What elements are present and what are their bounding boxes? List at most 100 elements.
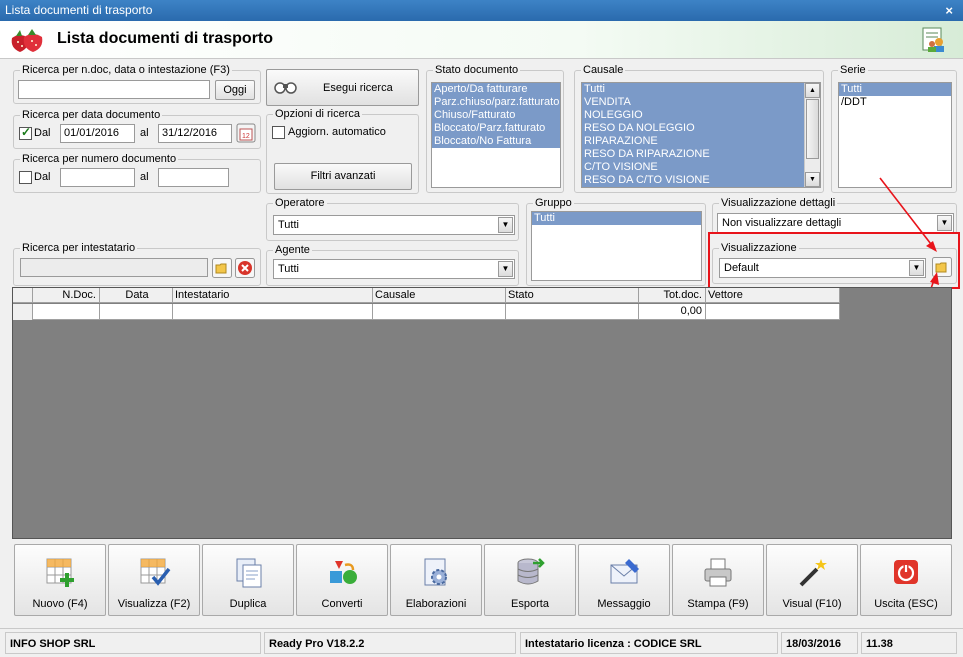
run-search-label: Esegui ricerca <box>323 82 393 94</box>
chevron-down-icon[interactable]: ▼ <box>498 261 513 277</box>
doc-state-item[interactable]: Parz.chiuso/parz.fatturato <box>432 96 560 109</box>
search-number-title: Ricerca per numero documento <box>20 152 179 166</box>
operatore-select[interactable]: Tutti ▼ <box>273 215 515 235</box>
gruppo-group: Gruppo Tutti <box>526 196 706 286</box>
date-from-input[interactable]: 01/01/2016 <box>60 124 135 143</box>
number-filter-checkbox[interactable] <box>19 171 32 184</box>
scroll-thumb[interactable] <box>806 99 819 159</box>
status-time: 11.38 <box>861 632 957 654</box>
users-document-icon[interactable] <box>921 26 949 54</box>
causale-scrollbar[interactable]: ▲ ▼ <box>804 83 820 187</box>
doc-state-item[interactable]: Aperto/Da fatturare <box>432 83 560 96</box>
duplicate-icon <box>236 558 262 588</box>
agente-title: Agente <box>273 243 312 257</box>
convert-button[interactable]: Converti <box>296 544 388 616</box>
table-row[interactable]: 0,00 <box>13 304 840 320</box>
doc-state-item[interactable]: Bloccato/No Fattura <box>432 135 560 148</box>
causale-item[interactable]: RESO DA NOLEGGIO <box>582 122 804 135</box>
causale-item[interactable]: RIPARAZIONE <box>582 135 804 148</box>
details-view-title: Visualizzazione dettagli <box>719 196 838 210</box>
doc-state-item[interactable]: Bloccato/Parz.fatturato <box>432 122 560 135</box>
date-to-input[interactable]: 31/12/2016 <box>158 124 232 143</box>
window-title: Lista documenti di trasporto <box>5 3 153 17</box>
column-header[interactable]: Tot.doc. <box>639 288 706 303</box>
auto-update-checkbox[interactable] <box>272 126 285 139</box>
doc-state-list[interactable]: Aperto/Da fatturare Parz.chiuso/parz.fat… <box>431 82 561 188</box>
clear-icon[interactable] <box>235 258 255 278</box>
serie-title: Serie <box>838 63 868 77</box>
visual-button[interactable]: Visual (F10) <box>766 544 858 616</box>
scroll-down-icon[interactable]: ▼ <box>805 172 820 187</box>
message-button[interactable]: Messaggio <box>578 544 670 616</box>
duplicate-button[interactable]: Duplica <box>202 544 294 616</box>
serie-item[interactable]: /DDT <box>839 96 951 109</box>
number-to-input[interactable] <box>158 168 229 187</box>
search-options-group: Opzioni di ricerca Aggiorn. automatico F… <box>266 107 419 194</box>
gruppo-list[interactable]: Tutti <box>531 211 702 281</box>
exit-button-label: Uscita (ESC) <box>874 598 938 610</box>
table-cell[interactable] <box>100 304 173 320</box>
search-owner-title: Ricerca per intestatario <box>20 241 138 255</box>
table-cell[interactable] <box>173 304 373 320</box>
causale-item[interactable]: VENDITA <box>582 96 804 109</box>
table-cell[interactable] <box>373 304 506 320</box>
new-button-label: Nuovo (F4) <box>32 598 88 610</box>
chevron-down-icon[interactable]: ▼ <box>498 217 513 233</box>
power-icon <box>894 560 918 584</box>
new-grid-icon <box>46 558 74 587</box>
printer-icon <box>704 558 732 587</box>
serie-item[interactable]: Tutti <box>839 83 951 96</box>
search-ndoc-input[interactable] <box>18 80 210 99</box>
run-search-button[interactable]: Esegui ricerca <box>266 69 419 106</box>
column-header[interactable]: Causale <box>373 288 506 303</box>
search-ndoc-group: Ricerca per n.doc, data o intestazione (… <box>13 63 261 104</box>
duplicate-button-label: Duplica <box>229 598 267 610</box>
column-header[interactable]: N.Doc. <box>33 288 100 303</box>
new-button[interactable]: Nuovo (F4) <box>14 544 106 616</box>
column-header[interactable]: Vettore <box>706 288 840 303</box>
table-cell[interactable] <box>33 304 100 320</box>
database-export-icon <box>517 558 545 585</box>
message-button-label: Messaggio <box>597 598 651 610</box>
visual-button-label: Visual (F10) <box>782 598 842 610</box>
column-header[interactable]: Stato <box>506 288 639 303</box>
causale-list[interactable]: Tutti VENDITA NOLEGGIO RESO DA NOLEGGIO … <box>581 82 821 188</box>
processing-button-label: Elaborazioni <box>405 598 467 610</box>
column-header[interactable]: Intestatario <box>173 288 373 303</box>
agente-select[interactable]: Tutti ▼ <box>273 259 515 279</box>
status-bar: INFO SHOP SRL Ready Pro V18.2.2 Intestat… <box>0 628 963 657</box>
export-button[interactable]: Esporta <box>484 544 576 616</box>
number-dal-label: Dal <box>34 171 51 183</box>
magic-wand-icon <box>799 559 827 587</box>
doc-state-item[interactable]: Chiuso/Fatturato <box>432 109 560 122</box>
folder-icon[interactable] <box>212 258 232 278</box>
table-cell[interactable]: 0,00 <box>639 304 706 320</box>
owner-input[interactable] <box>20 258 208 277</box>
causale-item[interactable]: Tutti <box>582 83 804 96</box>
search-owner-group: Ricerca per intestatario <box>13 241 261 286</box>
date-filter-checkbox[interactable]: ✓ <box>19 125 32 140</box>
table-cell[interactable] <box>706 304 840 320</box>
causale-item[interactable]: RESO DA RIPARAZIONE <box>582 148 804 161</box>
close-button[interactable]: × <box>945 0 953 21</box>
status-version: Ready Pro V18.2.2 <box>264 632 516 654</box>
advanced-filters-button[interactable]: Filtri avanzati <box>274 163 412 190</box>
causale-item[interactable]: RESO DA C/TO VISIONE <box>582 174 804 187</box>
convert-icon <box>330 561 357 584</box>
column-header[interactable]: Data <box>100 288 173 303</box>
processing-button[interactable]: Elaborazioni <box>390 544 482 616</box>
view-button[interactable]: Visualizza (F2) <box>108 544 200 616</box>
causale-item[interactable]: C/TO VISIONE <box>582 161 804 174</box>
exit-button[interactable]: Uscita (ESC) <box>860 544 952 616</box>
calendar-icon[interactable]: 12 <box>236 123 256 143</box>
gruppo-item[interactable]: Tutti <box>532 212 701 225</box>
scroll-up-icon[interactable]: ▲ <box>805 83 820 98</box>
causale-item[interactable]: NOLEGGIO <box>582 109 804 122</box>
search-ndoc-title: Ricerca per n.doc, data o intestazione (… <box>20 63 232 77</box>
table-cell[interactable] <box>506 304 639 320</box>
page-header: Lista documenti di trasporto <box>0 21 963 59</box>
documents-grid[interactable]: N.Doc. Data Intestatario Causale Stato T… <box>12 287 952 539</box>
number-from-input[interactable] <box>60 168 135 187</box>
today-button[interactable]: Oggi <box>215 80 255 100</box>
print-button[interactable]: Stampa (F9) <box>672 544 764 616</box>
